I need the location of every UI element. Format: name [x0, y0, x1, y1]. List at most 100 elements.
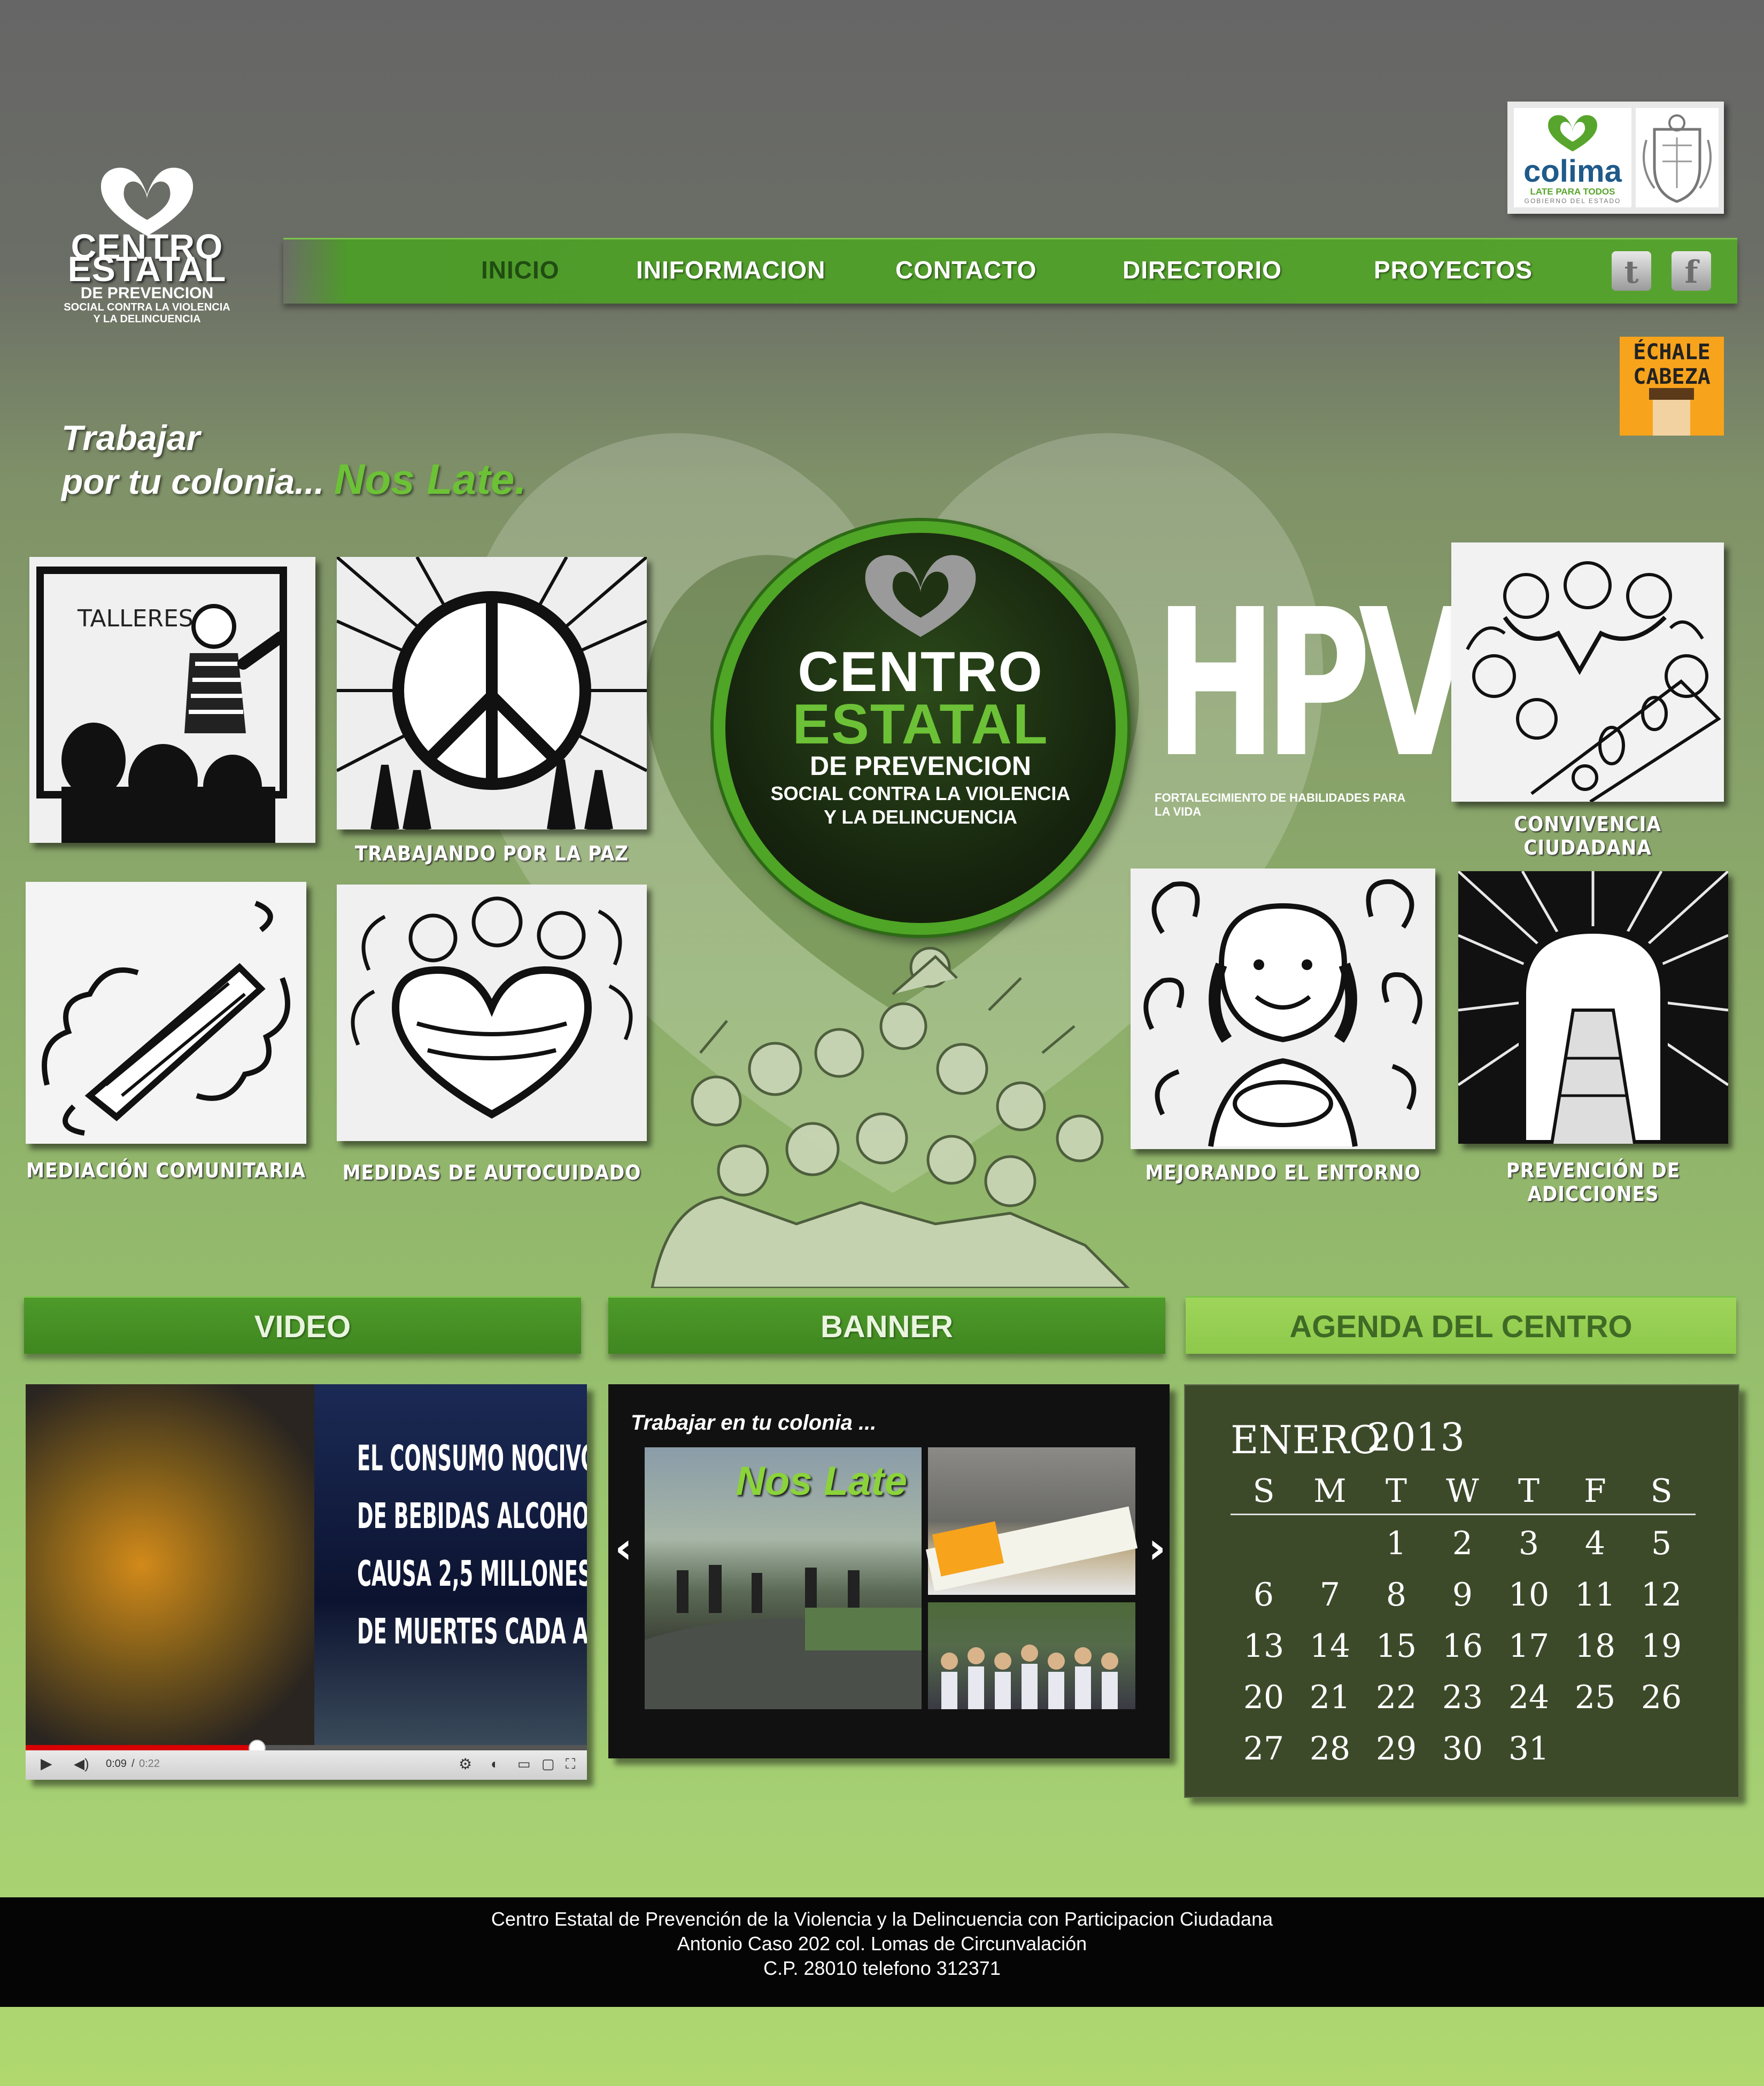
calendar-day[interactable]: 26 — [1628, 1679, 1695, 1716]
entorno-girl-illustration — [1131, 868, 1435, 1149]
logo-line-5: Y LA DELINCUENCIA — [93, 313, 201, 325]
weekday-thu: T — [1518, 1472, 1540, 1510]
theater-icon[interactable]: ▢ — [541, 1756, 555, 1772]
calendar-day[interactable]: 28 — [1297, 1730, 1363, 1767]
echale-line-2: CABEZA — [1633, 365, 1711, 389]
site-logo[interactable]: CENTRO ESTATAL DE PREVENCION SOCIAL CONT… — [51, 160, 243, 353]
weekday-mon: M — [1313, 1472, 1347, 1510]
program-tile-mediacion[interactable] — [26, 882, 306, 1144]
weekday-sat: S — [1650, 1472, 1673, 1510]
colima-logo: colima LATE PARA TODOS GOBIERNO DEL ESTA… — [1514, 108, 1631, 207]
calendar-day[interactable]: 13 — [1231, 1627, 1297, 1665]
calendar-day[interactable]: 25 — [1562, 1679, 1628, 1716]
video-progress-bar[interactable] — [26, 1740, 587, 1757]
nav-item-proyectos[interactable]: PROYECTOS — [1374, 255, 1533, 284]
calendar-day[interactable]: 31 — [1496, 1730, 1562, 1767]
center-emblem[interactable]: CENTRO ESTATAL DE PREVENCION SOCIAL CONT… — [714, 521, 1127, 935]
calendar-day[interactable]: 15 — [1363, 1627, 1429, 1665]
tagline-line-1: Trabajar — [61, 418, 200, 457]
nav-item-contacto[interactable]: CONTACTO — [895, 255, 1036, 284]
video-player[interactable]: EL CONSUMO NOCIVO DE BEBIDAS ALCOHOLICAS… — [26, 1384, 587, 1780]
calendar-day[interactable]: 24 — [1496, 1679, 1562, 1716]
calendar-day[interactable]: 23 — [1429, 1679, 1496, 1716]
calendar-week-row: 27 28 29 30 31 — [1231, 1723, 1696, 1774]
calendar-day[interactable]: 21 — [1297, 1679, 1363, 1716]
weekday-fri: F — [1584, 1472, 1606, 1510]
calendar-day[interactable]: 12 — [1628, 1576, 1695, 1614]
peace-sign-illustration — [337, 557, 647, 829]
banner-prev-arrow-icon[interactable]: ‹ — [615, 1523, 632, 1573]
board-text: TALLERES — [77, 605, 194, 632]
miniplayer-icon[interactable]: ▭ — [517, 1756, 531, 1772]
calendar-day[interactable]: 1 — [1363, 1525, 1429, 1562]
program-tile-paz[interactable] — [337, 557, 647, 829]
agenda-calendar: ENERO 2013 S M T W T F S 1 2 3 4 5 6 7 8 9 10 11 12… — [1184, 1384, 1739, 1798]
calendar-day[interactable]: 18 — [1562, 1627, 1628, 1665]
calendar-day[interactable]: 29 — [1363, 1730, 1429, 1767]
nav-item-informacion[interactable]: INIFORMACION — [636, 255, 825, 284]
calendar-day[interactable]: 22 — [1363, 1679, 1429, 1716]
weekday-tue: T — [1385, 1472, 1407, 1510]
adicciones-tunnel-illustration — [1458, 871, 1728, 1144]
captions-icon[interactable]: ◐ — [491, 1756, 499, 1772]
video-time-separator: / — [131, 1758, 135, 1770]
video-caption: EL CONSUMO NOCIVO DE BEBIDAS ALCOHOLICAS… — [357, 1430, 587, 1661]
calendar-day[interactable]: 14 — [1297, 1627, 1363, 1665]
program-tile-adicciones[interactable] — [1458, 871, 1728, 1144]
label-paz: TRABAJANDO POR LA PAZ — [354, 842, 629, 865]
emblem-line-3: DE PREVENCION — [810, 751, 1031, 781]
emblem-heart-icon — [865, 555, 976, 637]
section-header-video: VIDEO — [24, 1296, 581, 1354]
calendar-day[interactable]: 30 — [1429, 1730, 1496, 1767]
hero-tagline: Trabajar por tu colonia... Nos Late. — [61, 417, 527, 502]
volume-icon[interactable]: ◀) — [74, 1756, 89, 1772]
calendar-grid: S M T W T F S 1 2 3 4 5 6 7 8 9 10 11 12 13 14 15 16 17 1… — [1231, 1468, 1696, 1774]
calendar-day[interactable]: 20 — [1231, 1679, 1297, 1716]
banner-photo-group[interactable] — [928, 1602, 1135, 1709]
calendar-day[interactable]: 19 — [1628, 1627, 1695, 1665]
program-tile-entorno[interactable] — [1131, 868, 1435, 1149]
program-tile-autocuidado[interactable] — [337, 885, 647, 1141]
section-header-banner: BANNER — [608, 1296, 1165, 1354]
calendar-day[interactable]: 5 — [1628, 1525, 1695, 1562]
facebook-icon[interactable]: f — [1672, 251, 1711, 291]
talleres-illustration: TALLERES — [29, 557, 315, 843]
calendar-day[interactable]: 8 — [1363, 1576, 1429, 1614]
twitter-icon[interactable]: t — [1612, 251, 1651, 291]
colima-government-badge[interactable]: colima LATE PARA TODOS GOBIERNO DEL ESTA… — [1507, 102, 1724, 214]
banner-next-arrow-icon[interactable]: › — [1148, 1523, 1166, 1573]
logo-line-2: ESTATAL — [67, 249, 227, 289]
calendar-day[interactable]: 7 — [1297, 1576, 1363, 1614]
video-line-2: DE BEBIDAS ALCOHOLICAS — [357, 1495, 587, 1537]
calendar-day[interactable]: 3 — [1496, 1525, 1562, 1562]
group-photo — [941, 1645, 1118, 1709]
calendar-day[interactable]: 9 — [1429, 1576, 1496, 1614]
program-tile-talleres[interactable]: TALLERES — [29, 557, 315, 843]
site-footer: Centro Estatal de Prevención de la Viole… — [0, 1897, 1764, 2007]
section-header-agenda: AGENDA DEL CENTRO — [1186, 1296, 1736, 1354]
hpv-program-link[interactable]: HPV FORTALECIMIENTO DE HABILIDADES PARA … — [1155, 577, 1472, 823]
calendar-day[interactable]: 17 — [1496, 1627, 1562, 1665]
mediacion-hands-illustration — [26, 882, 306, 1144]
weekday-sun: S — [1252, 1472, 1275, 1510]
calendar-day[interactable]: 4 — [1562, 1525, 1628, 1562]
calendar-day[interactable]: 2 — [1429, 1525, 1496, 1562]
calendar-day[interactable]: 10 — [1496, 1576, 1562, 1614]
calendar-day[interactable]: 27 — [1231, 1730, 1297, 1767]
fullscreen-icon[interactable]: ⛶ — [566, 1756, 575, 1773]
calendar-day[interactable]: 11 — [1562, 1576, 1628, 1614]
state-coat-of-arms-icon — [1636, 108, 1719, 207]
video-controls: ▶ ◀) 0:09 / 0:22 ⚙ ◐ ▭ ▢ ⛶ — [26, 1750, 587, 1780]
banner-photo-skatepark[interactable]: Nos Late — [645, 1447, 922, 1709]
banner-slideshow[interactable]: Trabajar en tu colonia ... Nos Late ‹ › — [608, 1384, 1170, 1758]
calendar-week-row: 12345 — [1231, 1518, 1696, 1569]
echale-cabeza-badge[interactable]: ÉCHALE CABEZA — [1620, 337, 1724, 436]
play-icon[interactable]: ▶ — [41, 1755, 52, 1772]
nav-item-inicio[interactable]: INICIO — [481, 255, 560, 284]
program-tile-convivencia[interactable] — [1451, 542, 1724, 802]
settings-gear-icon[interactable]: ⚙ — [459, 1755, 472, 1773]
banner-photo-campaign[interactable] — [925, 1447, 1138, 1595]
calendar-day[interactable]: 16 — [1429, 1627, 1496, 1665]
nav-item-directorio[interactable]: DIRECTORIO — [1123, 255, 1282, 284]
calendar-day[interactable]: 6 — [1231, 1576, 1297, 1614]
